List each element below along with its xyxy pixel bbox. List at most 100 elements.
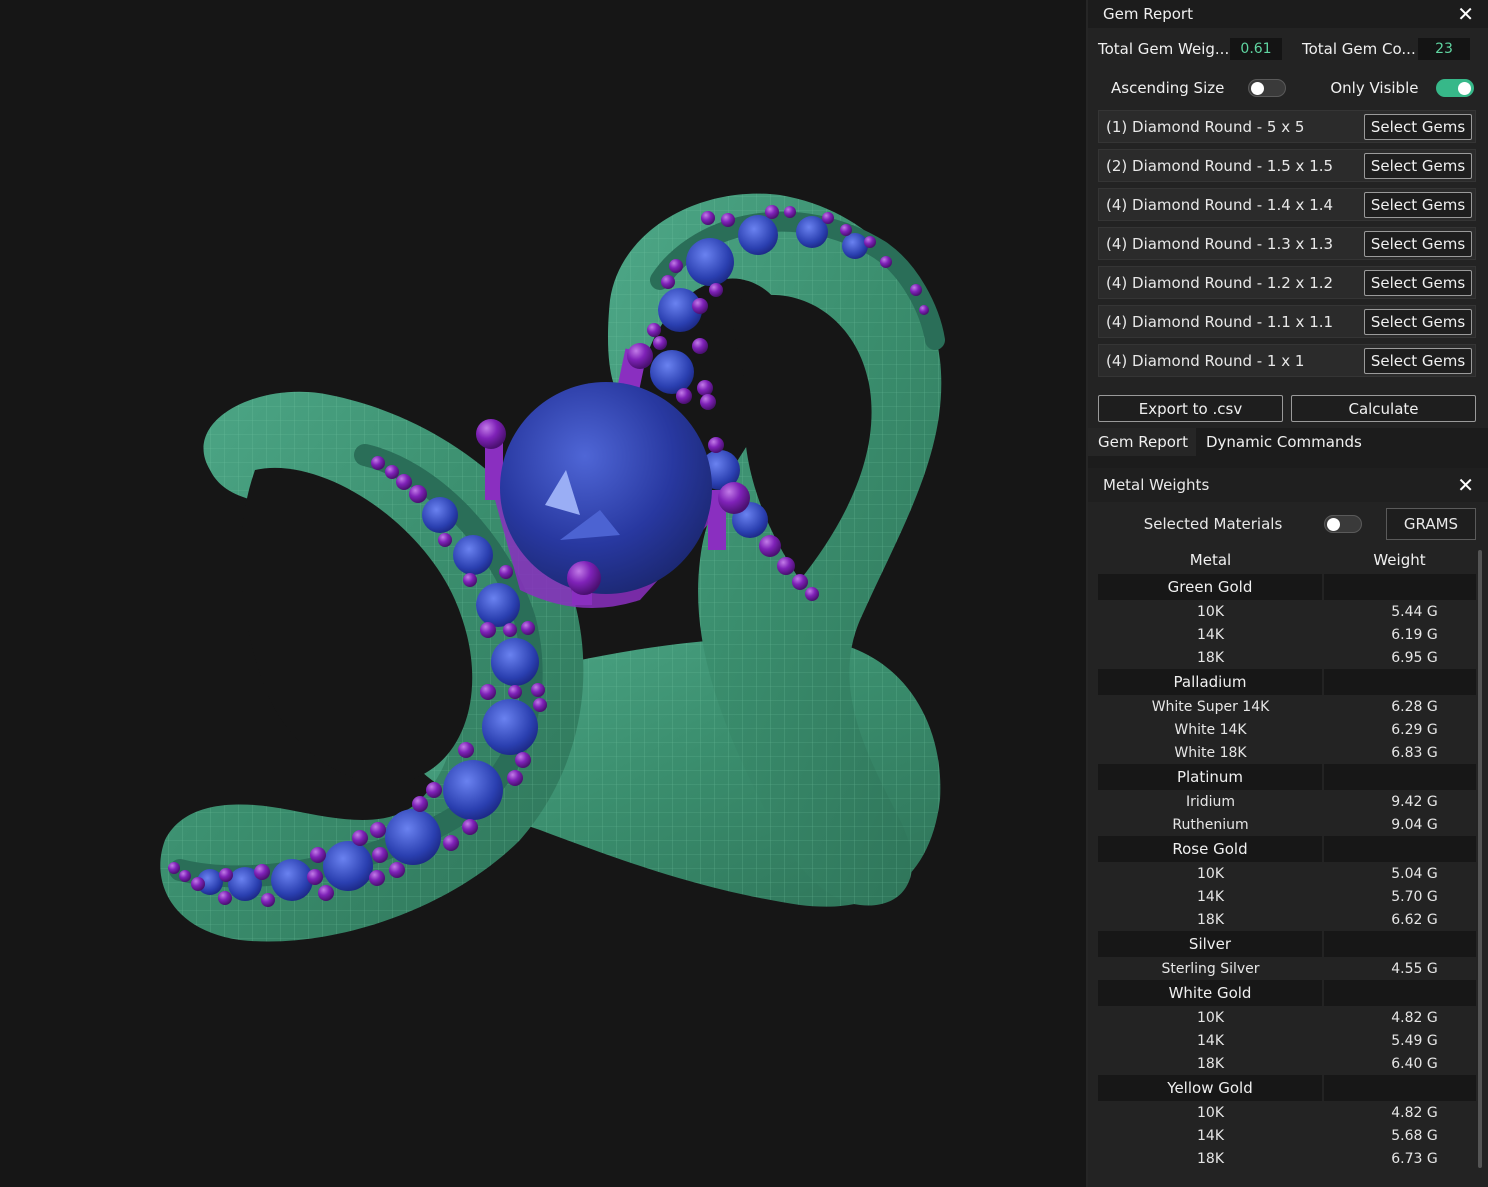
table-row: 18K 6.95 G	[1098, 646, 1476, 669]
select-gems-button[interactable]: Select Gems	[1364, 308, 1472, 335]
gem-row-label: (2) Diamond Round - 1.5 x 1.5	[1106, 156, 1334, 175]
table-row: Iridium 9.42 G	[1098, 790, 1476, 813]
close-icon[interactable]: ✕	[1457, 4, 1474, 24]
metal-name: White 14K	[1174, 721, 1247, 738]
table-row: White Super 14K 6.28 G	[1098, 695, 1476, 718]
table-row: White 14K 6.29 G	[1098, 718, 1476, 741]
metal-group-name: Platinum	[1098, 764, 1324, 790]
table-row: 14K 5.68 G	[1098, 1124, 1476, 1147]
metal-weight: 6.83 G	[1391, 744, 1438, 761]
metal-name: Ruthenium	[1172, 816, 1249, 833]
gem-list: (1) Diamond Round - 5 x 5 Select Gems (2…	[1088, 110, 1488, 377]
total-gem-weight-label: Total Gem Weig...	[1098, 40, 1230, 58]
table-row: 18K 6.73 G	[1098, 1147, 1476, 1170]
table-row: 10K 4.82 G	[1098, 1101, 1476, 1124]
metal-weight: 6.29 G	[1391, 721, 1438, 738]
gem-report-title: Gem Report	[1103, 5, 1193, 23]
select-gems-button[interactable]: Select Gems	[1364, 269, 1472, 296]
total-gem-count-value: 23	[1418, 38, 1470, 60]
metal-weight: 6.73 G	[1391, 1150, 1438, 1167]
calculate-button[interactable]: Calculate	[1291, 395, 1476, 422]
totals-row: Total Gem Weig... 0.61 Total Gem Co... 2…	[1088, 32, 1488, 66]
metal-name: 18K	[1197, 1055, 1224, 1072]
only-visible-toggle[interactable]	[1436, 79, 1475, 97]
gem-row: (2) Diamond Round - 1.5 x 1.5 Select Gem…	[1098, 149, 1476, 182]
export-csv-button[interactable]: Export to .csv	[1098, 395, 1283, 422]
gem-row-label: (4) Diamond Round - 1.3 x 1.3	[1106, 234, 1334, 253]
gem-row: (4) Diamond Round - 1 x 1 Select Gems	[1098, 344, 1476, 377]
select-gems-button[interactable]: Select Gems	[1364, 191, 1472, 218]
metal-name: Iridium	[1185, 793, 1236, 810]
select-gems-button[interactable]: Select Gems	[1364, 230, 1472, 257]
metal-name: 10K	[1197, 1104, 1224, 1121]
metal-weights-titlebar: Metal Weights ✕	[1088, 468, 1488, 502]
table-row: White 18K 6.83 G	[1098, 741, 1476, 764]
ring-model[interactable]	[0, 0, 1086, 1187]
metal-weight: 4.55 G	[1391, 960, 1438, 977]
metal-name: 18K	[1197, 649, 1224, 666]
units-button[interactable]: GRAMS	[1386, 508, 1476, 540]
table-row: 18K 6.62 G	[1098, 908, 1476, 931]
3d-viewport[interactable]	[0, 0, 1086, 1187]
metal-name: 10K	[1197, 1009, 1224, 1026]
gem-row: (4) Diamond Round - 1.3 x 1.3 Select Gem…	[1098, 227, 1476, 260]
metal-name: 18K	[1197, 911, 1224, 928]
metal-group-name: Palladium	[1098, 669, 1324, 695]
metal-group-row: Rose Gold	[1098, 836, 1476, 862]
total-gem-count-label: Total Gem Co...	[1302, 40, 1416, 58]
metal-group-name: White Gold	[1098, 980, 1324, 1006]
metal-weight: 6.19 G	[1391, 626, 1438, 643]
column-header-weight: Weight	[1373, 551, 1426, 569]
metal-weight: 5.68 G	[1391, 1127, 1438, 1144]
close-icon[interactable]: ✕	[1457, 475, 1474, 495]
tab-dynamic-commands[interactable]: Dynamic Commands	[1196, 428, 1370, 456]
gem-row-label: (1) Diamond Round - 5 x 5	[1106, 117, 1305, 136]
metal-group-name: Rose Gold	[1098, 836, 1324, 862]
metal-group-row: Green Gold	[1098, 574, 1476, 600]
metal-name: 14K	[1197, 1127, 1224, 1144]
metal-weights-title: Metal Weights	[1103, 476, 1210, 494]
selected-materials-label: Selected Materials	[1143, 515, 1283, 533]
select-gems-button[interactable]: Select Gems	[1364, 113, 1472, 140]
select-gems-button[interactable]: Select Gems	[1364, 347, 1472, 374]
gem-row: (4) Diamond Round - 1.1 x 1.1 Select Gem…	[1098, 305, 1476, 338]
ascending-size-label: Ascending Size	[1111, 79, 1225, 97]
metal-weight: 9.04 G	[1391, 816, 1438, 833]
table-row: 10K 4.82 G	[1098, 1006, 1476, 1029]
gem-row: (4) Diamond Round - 1.2 x 1.2 Select Gem…	[1098, 266, 1476, 299]
only-visible-label: Only Visible	[1330, 79, 1419, 97]
ascending-size-toggle[interactable]	[1248, 79, 1287, 97]
metal-name: 14K	[1197, 888, 1224, 905]
metal-group-name: Green Gold	[1098, 574, 1324, 600]
table-row: 10K 5.44 G	[1098, 600, 1476, 623]
gem-row-label: (4) Diamond Round - 1 x 1	[1106, 351, 1305, 370]
metal-group-row: Silver	[1098, 931, 1476, 957]
metal-group-row: Palladium	[1098, 669, 1476, 695]
table-row: Ruthenium 9.04 G	[1098, 813, 1476, 836]
total-gem-weight-value: 0.61	[1230, 38, 1282, 60]
table-row: 10K 5.04 G	[1098, 862, 1476, 885]
metal-weight: 6.62 G	[1391, 911, 1438, 928]
table-row: 14K 6.19 G	[1098, 623, 1476, 646]
metal-group-name: Yellow Gold	[1098, 1075, 1324, 1101]
selected-materials-toggle[interactable]	[1324, 515, 1362, 533]
side-panel: Gem Report ✕ Total Gem Weig... 0.61 Tota…	[1086, 0, 1488, 1187]
gem-report-panel: Total Gem Weig... 0.61 Total Gem Co... 2…	[1088, 28, 1488, 428]
selected-materials-row: Selected Materials GRAMS	[1088, 502, 1488, 546]
metal-group-row: White Gold	[1098, 980, 1476, 1006]
gem-row-label: (4) Diamond Round - 1.1 x 1.1	[1106, 312, 1334, 331]
select-gems-button[interactable]: Select Gems	[1364, 152, 1472, 179]
tab-gem-report[interactable]: Gem Report	[1088, 428, 1196, 456]
table-row: 18K 6.40 G	[1098, 1052, 1476, 1075]
metal-name: 10K	[1197, 603, 1224, 620]
metal-weight: 5.70 G	[1391, 888, 1438, 905]
toggles-row: Ascending Size Only Visible	[1088, 66, 1488, 110]
gem-row: (4) Diamond Round - 1.4 x 1.4 Select Gem…	[1098, 188, 1476, 221]
gem-row-label: (4) Diamond Round - 1.4 x 1.4	[1106, 195, 1334, 214]
gem-row-label: (4) Diamond Round - 1.2 x 1.2	[1106, 273, 1334, 292]
metal-weight: 5.49 G	[1391, 1032, 1438, 1049]
metal-name: 10K	[1197, 865, 1224, 882]
vertical-scrollbar[interactable]	[1478, 550, 1482, 1168]
metal-weights-table: Metal Weight Green Gold 10K 5.44 G 14K 6.1…	[1098, 546, 1476, 1170]
metal-weight: 5.04 G	[1391, 865, 1438, 882]
